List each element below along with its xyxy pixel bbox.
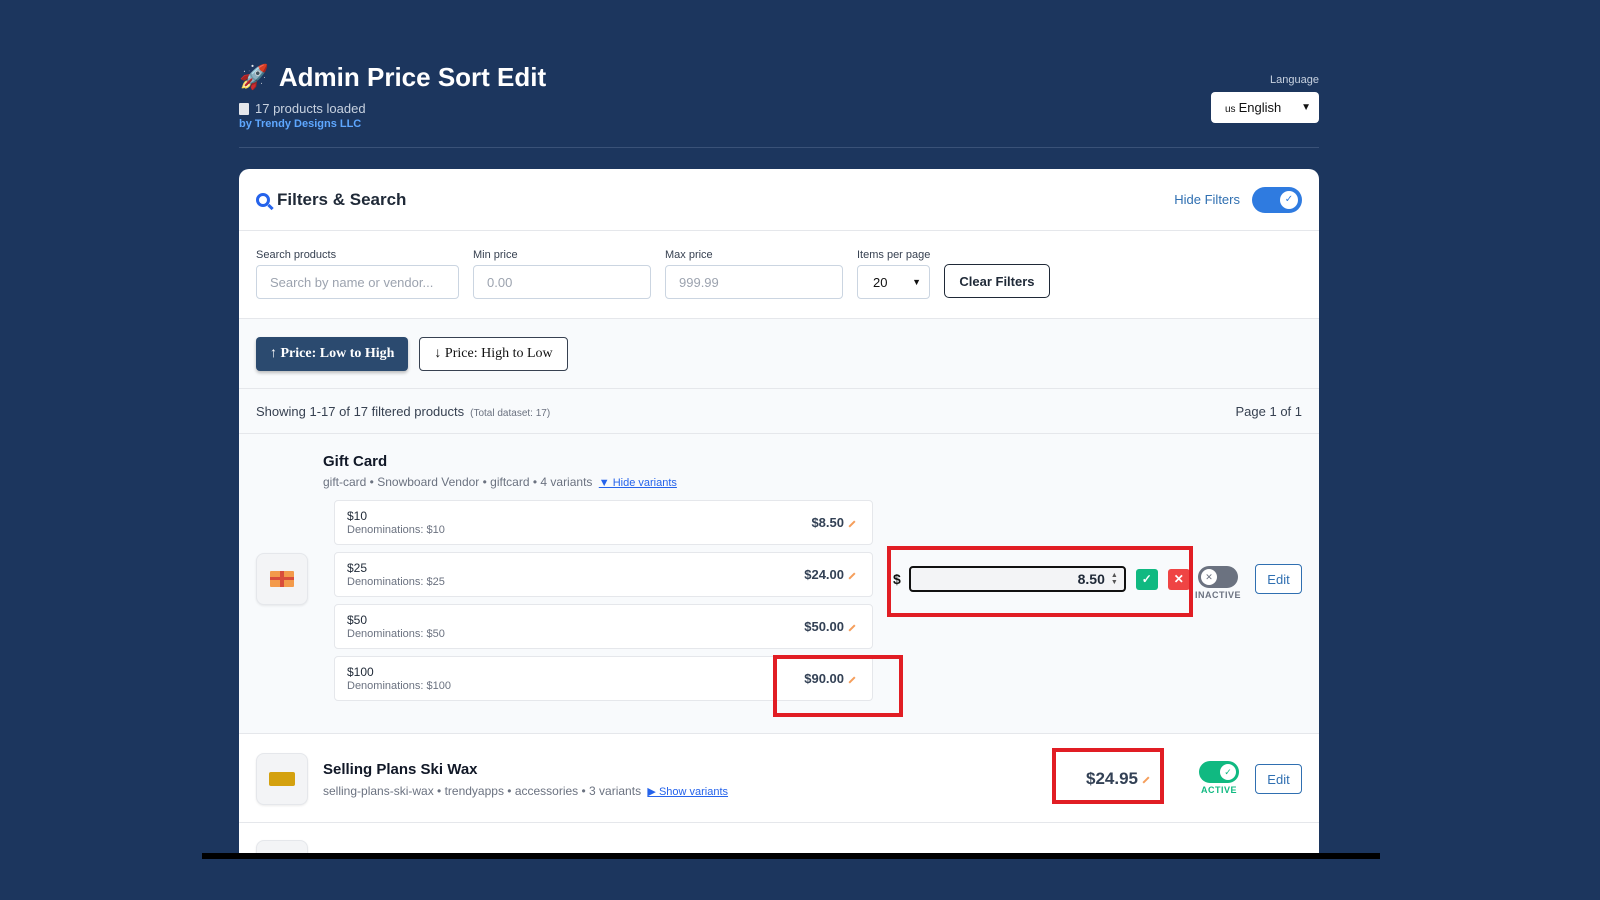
products-loaded: 17 products loaded	[239, 101, 1319, 116]
variant-title: $25	[347, 561, 368, 575]
filters-row: Search products Search by name or vendor…	[239, 231, 1319, 319]
filters-header: Filters & Search Hide Filters ✓	[239, 169, 1319, 231]
rocket-icon: 🚀	[239, 64, 269, 91]
pencil-icon	[848, 624, 856, 632]
edit-button[interactable]: Edit	[1255, 764, 1302, 794]
edit-button[interactable]: Edit	[1255, 564, 1302, 594]
min-price-input[interactable]: 0.00	[473, 265, 651, 299]
highlight-box	[1052, 748, 1164, 804]
variant-title: $50	[347, 613, 368, 627]
status-toggle[interactable]: ✕	[1198, 566, 1238, 588]
min-price-field: Min price 0.00	[473, 249, 651, 299]
product-thumbnail	[256, 553, 308, 605]
variant-row: $10 Denominations: $10 $8.50	[334, 500, 873, 545]
language-select[interactable]: us English ▼	[1211, 92, 1319, 123]
status-toggle-group: ✕ INACTIVE	[1193, 566, 1243, 600]
showing-text: Showing 1-17 of 17 filtered products	[256, 403, 465, 419]
variant-denomination: Denominations: $100	[347, 680, 451, 692]
per-page-select[interactable]: 20 ▼	[857, 265, 930, 299]
product-name: Selling Plans Ski Wax	[323, 761, 478, 778]
language-label: Language	[1270, 74, 1319, 86]
min-price-label: Min price	[473, 249, 518, 261]
variant-denomination: Denominations: $10	[347, 524, 445, 536]
product-thumbnail	[256, 753, 308, 805]
check-icon: ✓	[1280, 190, 1298, 209]
app-header: 🚀 Admin Price Sort Edit 17 products load…	[239, 62, 1319, 148]
header-divider	[239, 147, 1319, 148]
variant-row: $50 Denominations: $50 $50.00	[334, 604, 873, 649]
product-meta: selling-plans-ski-wax • trendyapps • acc…	[323, 784, 728, 798]
status-label: INACTIVE	[1194, 590, 1241, 600]
variant-row: $25 Denominations: $25 $24.00	[334, 552, 873, 597]
hide-filters-link[interactable]: Hide Filters	[1174, 192, 1240, 207]
product-name: Gift Card	[323, 453, 388, 470]
product-thumbnail	[256, 840, 308, 853]
product-row	[239, 824, 1319, 853]
status-label: ACTIVE	[1200, 785, 1237, 795]
search-input[interactable]: Search by name or vendor...	[256, 265, 459, 299]
variant-price-text: $24.00	[804, 567, 844, 582]
total-dataset: (Total dataset: 17)	[470, 407, 551, 419]
variant-denomination: Denominations: $25	[347, 576, 445, 588]
language-flag: us	[1225, 104, 1236, 115]
product-meta-text: gift-card • Snowboard Vendor • giftcard …	[323, 475, 593, 489]
variant-price[interactable]: $8.50	[811, 515, 856, 530]
chevron-down-icon: ▼	[1301, 102, 1311, 113]
variant-price[interactable]: $24.00	[804, 567, 856, 582]
language-picker: Language us English ▼	[1211, 74, 1319, 123]
per-page-value: 20	[873, 274, 888, 290]
variant-price-text: $50.00	[804, 619, 844, 634]
status-toggle-group: ✓ ACTIVE	[1194, 761, 1244, 795]
close-icon: ✕	[1201, 569, 1217, 585]
byline-link[interactable]: by Trendy Designs LLC	[239, 118, 1319, 130]
show-variants-link[interactable]: ▶ Show variants	[647, 786, 728, 798]
per-page-field: Items per page 20 ▼	[857, 249, 930, 299]
page-indicator: Page 1 of 1	[1235, 403, 1303, 419]
per-page-label: Items per page	[857, 249, 931, 261]
wax-icon	[269, 772, 295, 786]
max-price-field: Max price 999.99	[665, 249, 843, 299]
filters-title: Filters & Search	[277, 189, 407, 209]
variant-price-text: $8.50	[811, 515, 844, 530]
sort-high-low-button[interactable]: ↓ Price: High to Low	[419, 336, 568, 371]
product-meta-text: selling-plans-ski-wax • trendyapps • acc…	[323, 784, 642, 798]
max-price-input[interactable]: 999.99	[665, 265, 843, 299]
page-title: 🚀 Admin Price Sort Edit	[239, 62, 1319, 93]
sort-row: ↑ Price: Low to High ↓ Price: High to Lo…	[239, 319, 1319, 389]
bottom-bar	[202, 853, 1380, 859]
products-loaded-text: 17 products loaded	[255, 101, 366, 116]
highlight-box	[887, 546, 1193, 617]
pencil-icon	[848, 572, 856, 580]
check-icon: ✓	[1220, 764, 1236, 780]
max-price-label: Max price	[665, 249, 713, 261]
search-field: Search products Search by name or vendor…	[256, 249, 459, 299]
variant-title: $100	[347, 665, 374, 679]
document-icon	[239, 102, 249, 115]
sort-low-high-button[interactable]: ↑ Price: Low to High	[256, 336, 409, 371]
gift-icon	[270, 571, 294, 587]
clear-filters-button[interactable]: Clear Filters	[944, 264, 1050, 298]
chevron-down-icon: ▼	[912, 277, 921, 287]
language-value: English	[1238, 100, 1282, 115]
hide-variants-link[interactable]: ▼ Hide variants	[599, 477, 677, 489]
product-meta: gift-card • Snowboard Vendor • giftcard …	[323, 475, 677, 489]
status-toggle[interactable]: ✓	[1199, 761, 1239, 783]
search-icon	[256, 192, 270, 207]
variant-title: $10	[347, 509, 368, 523]
page-title-text: Admin Price Sort Edit	[278, 62, 547, 92]
highlight-box	[773, 655, 903, 717]
variant-denomination: Denominations: $50	[347, 628, 445, 640]
pencil-icon	[848, 520, 856, 528]
results-summary: Showing 1-17 of 17 filtered products (Tot…	[239, 389, 1319, 434]
filters-toggle[interactable]: ✓	[1252, 186, 1302, 213]
search-label: Search products	[256, 249, 337, 261]
variant-price[interactable]: $50.00	[804, 619, 856, 634]
